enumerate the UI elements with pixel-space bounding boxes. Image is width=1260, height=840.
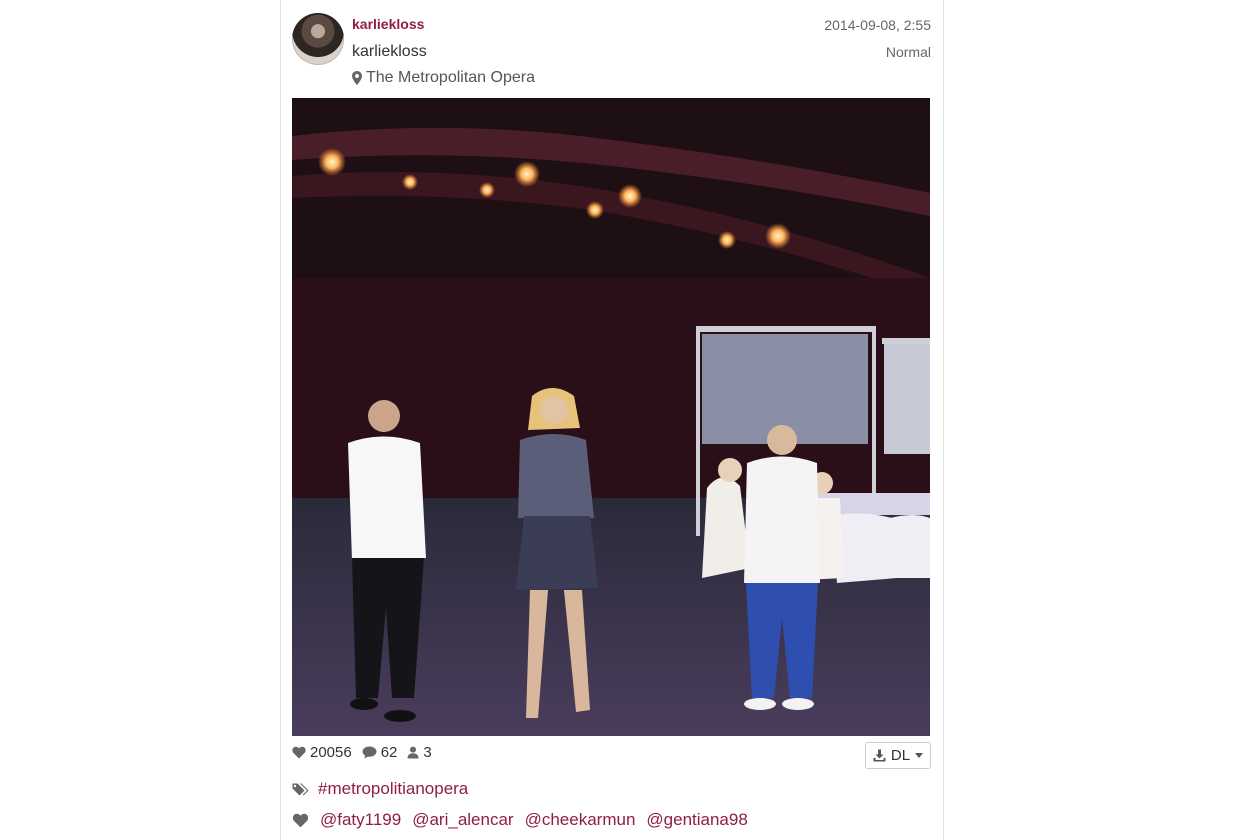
users-tagged-count[interactable]: 3	[407, 744, 432, 761]
users-tagged-value: 3	[423, 744, 432, 761]
post-card: karliekloss karliekloss The Metropolitan…	[280, 0, 944, 840]
avatar[interactable]	[292, 13, 344, 65]
likes-value: 20056	[310, 744, 352, 761]
likers-row: @faty1199 @ari_alencar @cheekarmun @gent…	[292, 810, 748, 830]
heart-icon	[292, 746, 306, 759]
filter-name: Normal	[885, 44, 931, 60]
download-label: DL	[890, 747, 911, 764]
caret-down-icon	[915, 753, 924, 758]
comment-icon	[362, 746, 377, 759]
tags-icon	[292, 783, 309, 796]
liker-link[interactable]: @faty1199	[320, 810, 401, 830]
full-name: karliekloss	[352, 43, 427, 60]
comments-value: 62	[380, 744, 398, 761]
post-photo[interactable]	[292, 98, 930, 736]
user-icon	[407, 746, 419, 759]
heart-icon	[292, 813, 309, 827]
likes-count[interactable]: 20056	[292, 744, 352, 761]
liker-link[interactable]: @ari_alencar	[412, 810, 513, 830]
download-icon	[873, 749, 886, 762]
photo-scene	[292, 98, 930, 736]
comments-count[interactable]: 62	[362, 744, 398, 761]
post-timestamp: 2014-09-08, 2:55	[824, 17, 931, 33]
liker-link[interactable]: @cheekarmun	[525, 810, 636, 830]
map-pin-icon	[352, 71, 362, 85]
location-label: The Metropolitan Opera	[366, 69, 535, 86]
username-link[interactable]: karliekloss	[352, 16, 424, 32]
hashtags-row: #metropolitianopera	[292, 779, 468, 799]
hashtag-link[interactable]: #metropolitianopera	[318, 779, 468, 799]
liker-link[interactable]: @gentiana98	[646, 810, 747, 830]
download-button[interactable]: DL	[865, 742, 931, 769]
location-link[interactable]: The Metropolitan Opera	[352, 69, 535, 87]
post-stats: 20056 62 3	[292, 744, 442, 761]
